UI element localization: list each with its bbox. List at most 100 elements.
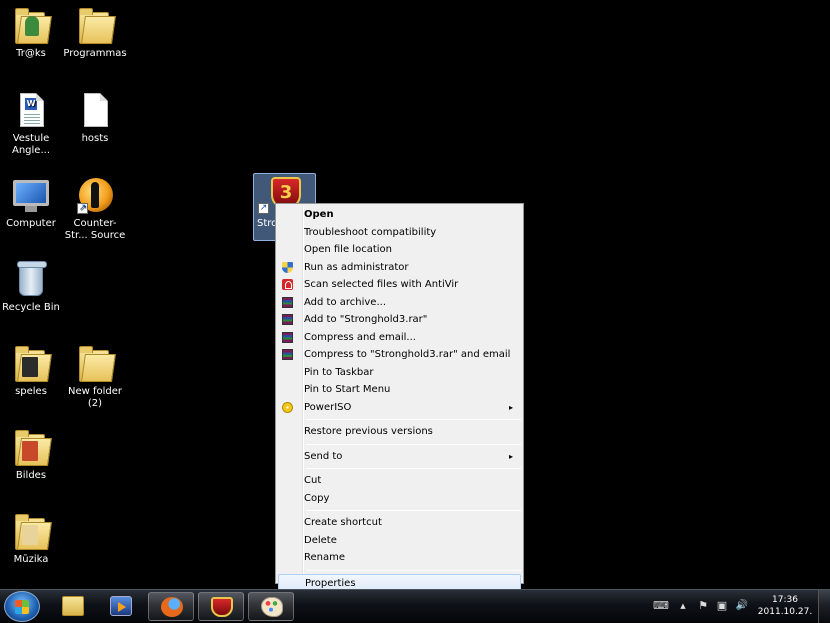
desktop-icon-vestule[interactable]: W Vestule Angle... [0,91,63,157]
desktop-icon-label: Counter-Str... Source [64,218,126,241]
menu-item-label: Run as administrator [304,261,409,273]
menu-item-scan-antivir[interactable]: Scan selected files with AntiVir [278,276,521,294]
volume-icon[interactable]: 🔊 [735,599,749,613]
folder-icon [11,344,52,384]
menu-item-pin-to-taskbar[interactable]: Pin to Taskbar [278,364,521,382]
menu-separator [306,510,521,511]
submenu-arrow-icon: ▸ [508,402,513,412]
menu-item-label: Restore previous versions [304,426,433,437]
action-center-icon[interactable]: ⚑ [696,599,710,613]
counter-strike-icon: ↗ [75,176,115,216]
menu-item-label: Compress and email... [304,331,416,343]
shortcut-arrow-icon: ↗ [258,203,269,214]
menu-item-poweriso[interactable]: PowerISO ▸ [278,399,521,417]
desktop-icon-programmas[interactable]: Programmas [63,6,127,60]
desktop-icon-computer[interactable]: Computer [0,176,63,230]
show-desktop-button[interactable] [818,590,830,623]
folder-icon [75,344,116,384]
menu-item-label: Compress to "Stronghold3.rar" and email [304,349,511,360]
menu-item-delete[interactable]: Delete [278,532,521,550]
menu-item-label: Open [304,209,334,220]
desktop-icon-label: Computer [6,218,56,229]
menu-item-rename[interactable]: Rename [278,549,521,567]
menu-item-open[interactable]: Open [278,206,521,224]
menu-separator [306,443,521,445]
desktop-icon-label: Mūzika [13,554,49,565]
system-tray: ⌨ ▲ ⚑ ▣ 🔊 17:36 2011.10.27. [0,590,830,623]
desktop-icon-label: Programmas [63,48,127,59]
menu-item-label: Copy [304,492,330,504]
desktop-icon-speles[interactable]: speles [0,344,63,398]
menu-item-label: Delete [304,534,337,546]
menu-item-compress-to-rar-and-email[interactable]: Compress to "Stronghold3.rar" and email [278,346,521,364]
desktop-icon-label: Tr@ks [16,48,46,59]
menu-separator [306,468,521,469]
pictures-folder-icon [11,428,52,468]
word-document-icon: W [11,91,51,131]
desktop-icon-label: New folder (2) [67,386,123,409]
menu-item-label: Create shortcut [304,517,382,528]
desktop-icon-counter-strike[interactable]: ↗ Counter-Str... Source [63,176,127,242]
clock[interactable]: 17:36 2011.10.27. [755,594,815,618]
winrar-icon [282,331,293,343]
poweriso-icon [282,401,293,413]
desktop-icon-label: Vestule Angle... [12,133,50,156]
desktop-icon-label: Recycle Bin [2,302,60,313]
menu-item-label: Cut [304,475,322,486]
desktop-icon-hosts[interactable]: hosts [63,91,127,145]
desktop-icon-traks[interactable]: Tr@ks [0,6,63,60]
menu-item-cut[interactable]: Cut [278,472,521,490]
menu-item-copy[interactable]: Copy [278,490,521,508]
menu-item-run-as-administrator[interactable]: Run as administrator [278,259,521,277]
folder-icon [75,6,116,46]
show-hidden-icons-icon[interactable]: ▲ [676,599,690,613]
keyboard-icon[interactable]: ⌨ [653,599,669,613]
menu-item-compress-and-email[interactable]: Compress and email... [278,329,521,347]
menu-item-label: Troubleshoot compatibility [304,226,437,238]
shortcut-arrow-icon: ↗ [77,203,88,214]
recycle-bin-icon [11,260,51,300]
desktop-icon-recycle-bin[interactable]: Recycle Bin [0,260,63,314]
winrar-icon [282,349,293,360]
user-folder-icon [11,6,52,46]
menu-item-pin-to-start-menu[interactable]: Pin to Start Menu [278,381,521,399]
context-menu: Open Troubleshoot compatibility Open fil… [275,203,524,591]
menu-separator [306,419,521,420]
submenu-arrow-icon: ▸ [508,451,513,461]
desktop-icon-label: Bildes [15,470,47,481]
clock-date: 2011.10.27. [757,607,813,617]
desktop-icon-label: speles [15,386,47,397]
music-folder-icon [11,512,52,552]
menu-item-label: Send to [304,450,343,462]
menu-item-label: PowerISO [304,401,352,413]
desktop-icon-new-folder-2[interactable]: New folder (2) [63,344,127,410]
menu-item-label: Properties [305,577,356,589]
network-icon[interactable]: ▣ [715,599,729,613]
menu-item-add-to-stronghold3-rar[interactable]: Add to "Stronghold3.rar" [278,311,521,329]
antivir-icon [282,279,293,290]
menu-item-label: Add to archive... [304,296,386,308]
menu-item-label: Add to "Stronghold3.rar" [304,314,428,325]
winrar-icon [282,314,293,325]
menu-item-label: Pin to Start Menu [304,384,391,395]
menu-item-troubleshoot-compatibility[interactable]: Troubleshoot compatibility [278,224,521,242]
computer-icon [11,176,51,216]
taskbar: ⌨ ▲ ⚑ ▣ 🔊 17:36 2011.10.27. [0,589,830,623]
clock-time: 17:36 [772,595,798,605]
desktop-icon-label: hosts [81,133,109,144]
menu-item-open-file-location[interactable]: Open file location [278,241,521,259]
menu-item-label: Scan selected files with AntiVir [304,279,459,290]
uac-shield-icon [282,261,293,273]
menu-item-label: Rename [304,552,346,563]
menu-item-add-to-archive[interactable]: Add to archive... [278,294,521,312]
menu-item-create-shortcut[interactable]: Create shortcut [278,514,521,532]
winrar-icon [282,296,293,308]
menu-item-send-to[interactable]: Send to ▸ [278,448,521,466]
desktop-icon-bildes[interactable]: Bildes [0,428,63,482]
menu-item-label: Pin to Taskbar [304,366,374,378]
menu-item-restore-previous-versions[interactable]: Restore previous versions [278,423,521,441]
menu-item-label: Open file location [304,244,392,255]
menu-separator [306,569,521,571]
desktop-icon-muzika[interactable]: Mūzika [0,512,63,566]
file-icon [75,91,115,131]
